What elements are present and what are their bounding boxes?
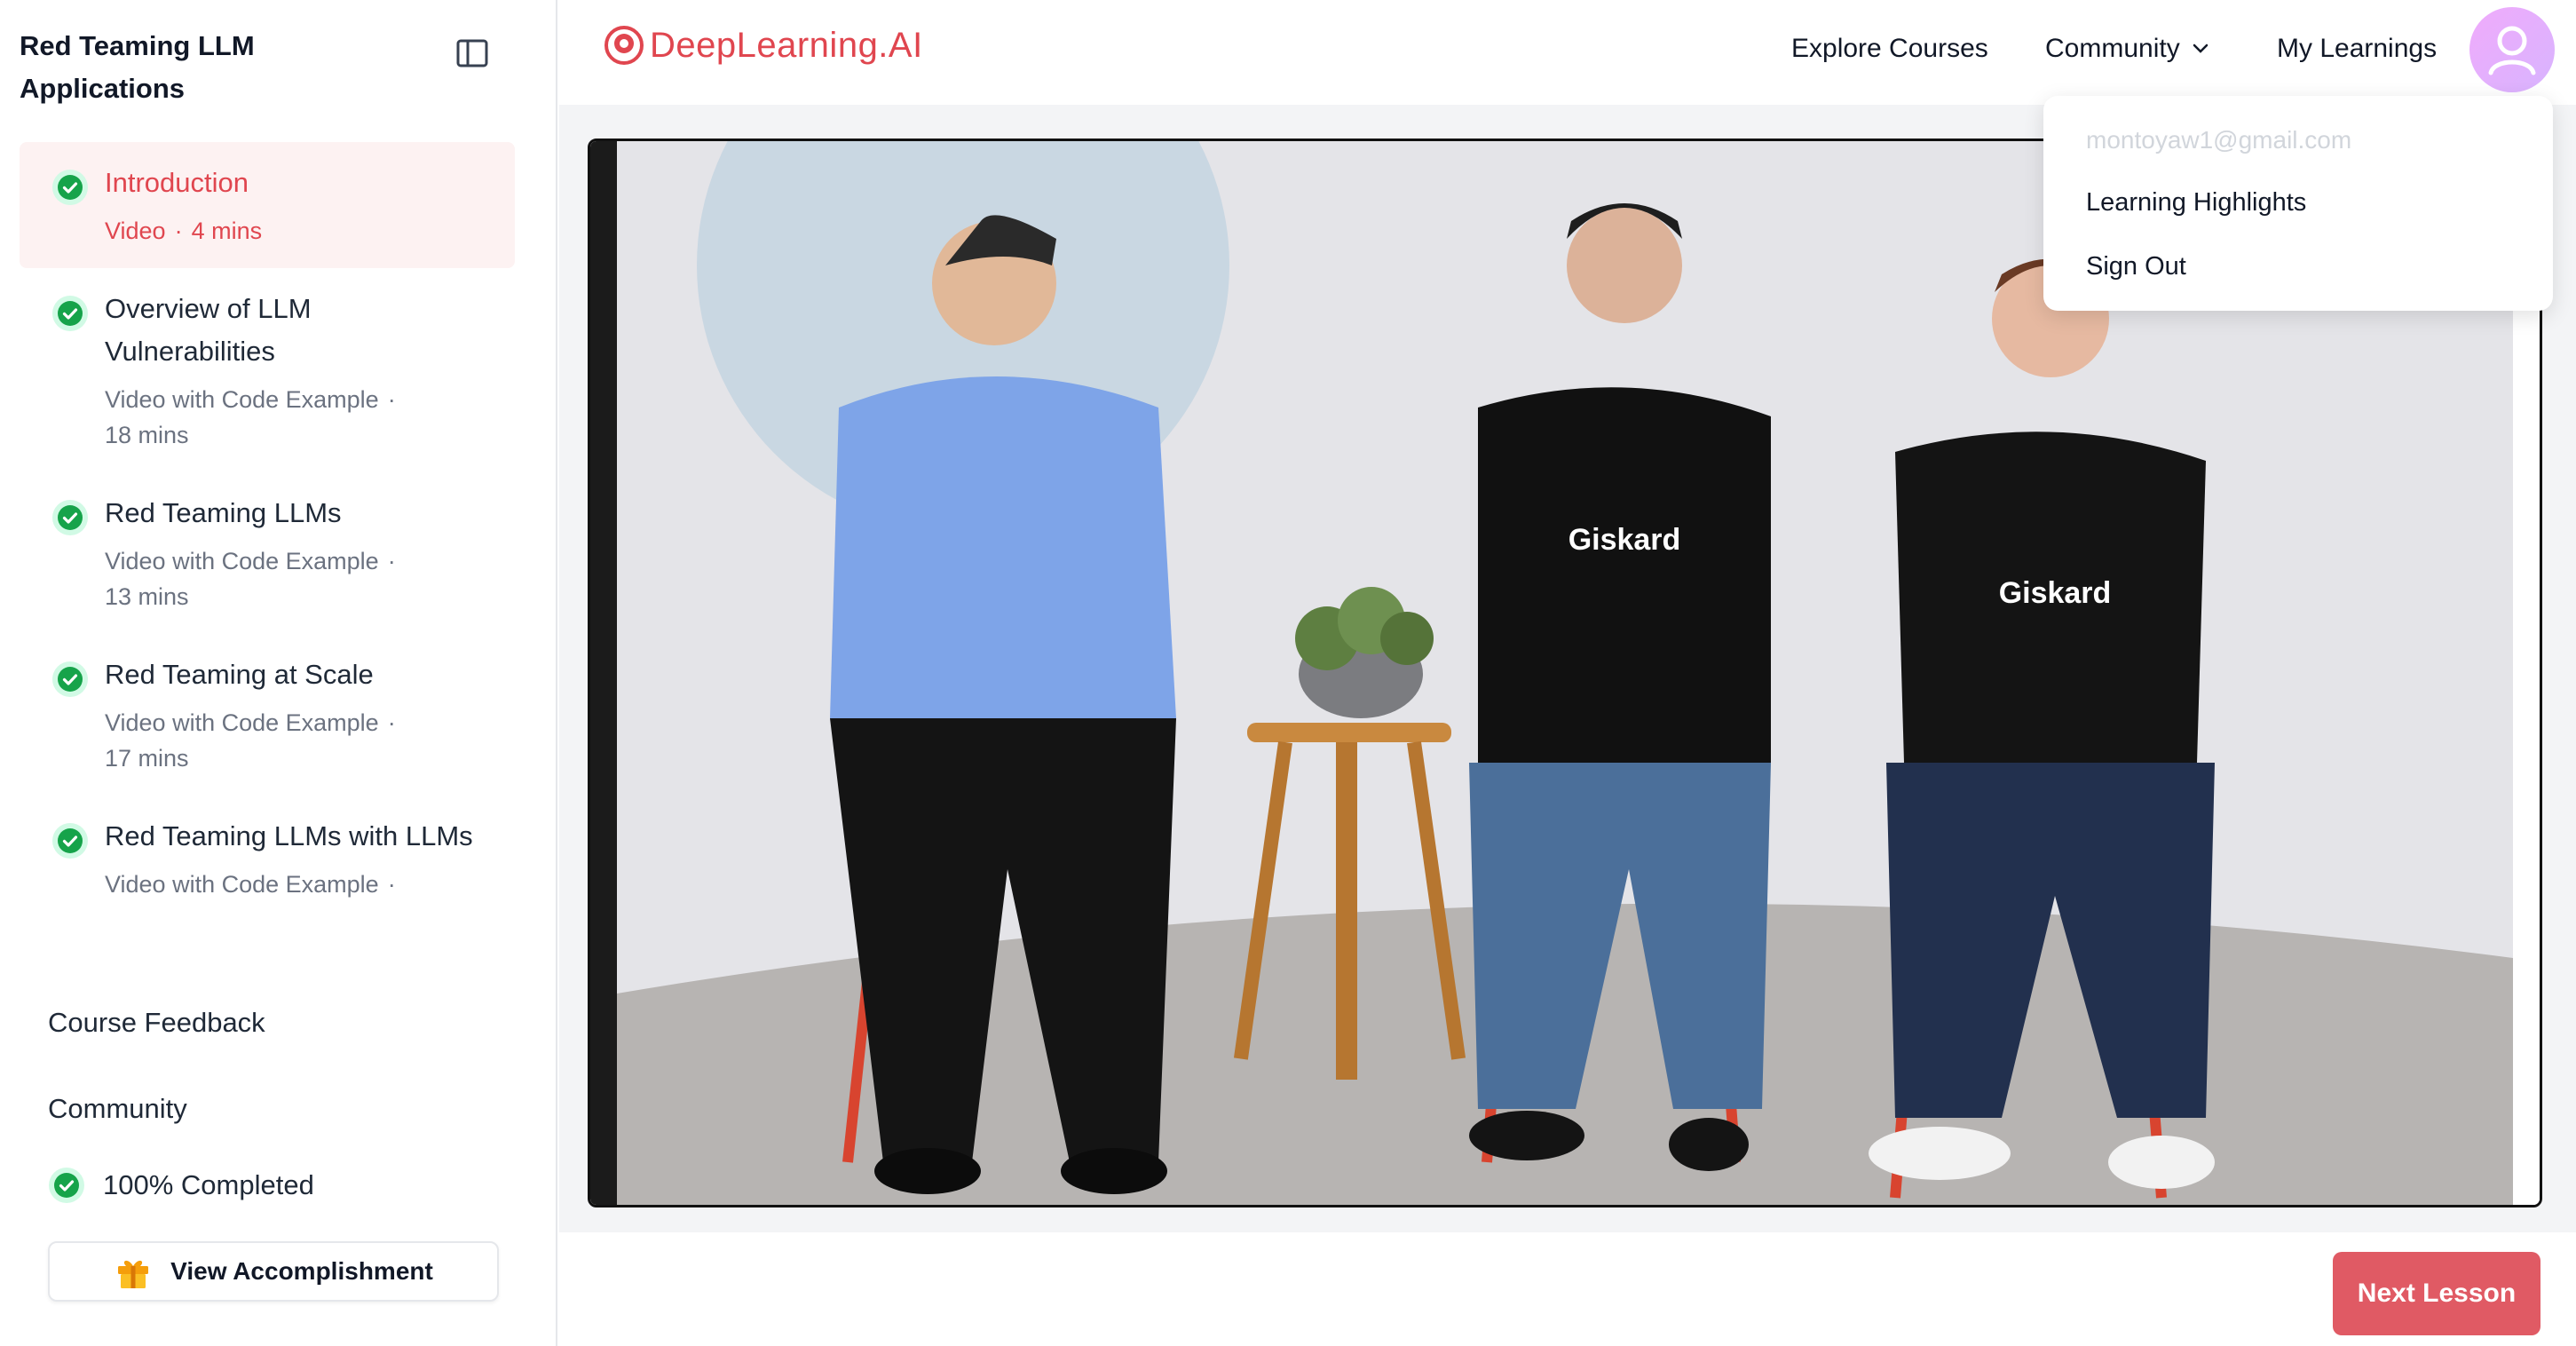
check-circle-icon — [52, 823, 88, 859]
view-accomplishment-label: View Accomplishment — [170, 1257, 433, 1285]
check-circle-icon — [52, 661, 88, 697]
lesson-item-introduction[interactable]: Introduction Video · 4 mins — [20, 142, 515, 268]
lesson-type: Video with Code Example — [105, 386, 379, 413]
check-circle-icon — [49, 1168, 84, 1203]
check-circle-icon — [52, 170, 88, 205]
course-title: Red Teaming LLM Applications — [20, 30, 255, 104]
course-feedback-link[interactable]: Course Feedback — [48, 1007, 265, 1039]
lesson-duration: 4 mins — [191, 218, 263, 244]
lesson-item-red-teaming-llms-with-llms[interactable]: Red Teaming LLMs with LLMs Video with Co… — [20, 796, 515, 922]
user-menu-dropdown: montoyaw1@gmail.com Learning Highlights … — [2043, 96, 2553, 311]
nav-community-label: Community — [2045, 34, 2180, 63]
lesson-title: Red Teaming at Scale — [105, 659, 374, 690]
lesson-title: Introduction — [105, 167, 249, 198]
logo-text: DeepLearning.AI — [650, 25, 923, 65]
lesson-meta: Video with Code Example · — [105, 871, 396, 898]
lesson-item-overview-vulnerabilities[interactable]: Overview of LLM Vulnerabilities Video wi… — [20, 268, 515, 472]
lesson-item-red-teaming-at-scale[interactable]: Red Teaming at Scale Video with Code Exa… — [20, 634, 515, 796]
menu-item-learning-highlights[interactable]: Learning Highlights — [2086, 188, 2306, 218]
nav-community-dropdown[interactable]: Community — [2045, 34, 2209, 64]
deeplearning-logo-icon — [604, 26, 644, 65]
lesson-meta: Video with Code Example · 18 mins — [105, 386, 396, 448]
lesson-type: Video with Code Example — [105, 871, 379, 898]
progress-label: 100% Completed — [103, 1169, 314, 1200]
shirt-brand-text: Giskard — [1569, 523, 1681, 557]
lesson-type: Video with Code Example — [105, 709, 379, 736]
view-accomplishment-button[interactable]: View Accomplishment — [48, 1241, 499, 1302]
community-link[interactable]: Community — [48, 1093, 187, 1125]
lesson-duration: 18 mins — [105, 422, 189, 448]
course-sidebar: Red Teaming LLM Applications Introductio… — [0, 0, 557, 1346]
nav-explore-courses[interactable]: Explore Courses — [1791, 34, 1988, 64]
lesson-type: Video — [105, 218, 166, 244]
lesson-type: Video with Code Example — [105, 548, 379, 574]
lesson-footer — [559, 1232, 2576, 1346]
check-circle-icon — [52, 296, 88, 331]
lesson-title: Overview of LLM Vulnerabilities — [105, 293, 312, 367]
user-avatar[interactable] — [2469, 7, 2555, 92]
lesson-title: Red Teaming LLMs — [105, 497, 342, 528]
shirt-brand-text: Giskard — [1999, 576, 2112, 610]
chevron-down-icon — [2193, 44, 2208, 53]
check-circle-icon — [52, 500, 88, 535]
sidebar-panel-icon — [456, 39, 488, 67]
deeplearning-logo[interactable]: DeepLearning.AI — [604, 25, 923, 66]
menu-item-sign-out[interactable]: Sign Out — [2086, 252, 2186, 281]
lesson-title: Red Teaming LLMs with LLMs — [105, 820, 473, 851]
lesson-item-red-teaming-llms[interactable]: Red Teaming LLMs Video with Code Example… — [20, 472, 515, 634]
top-header: DeepLearning.AI Explore Courses Communit… — [559, 0, 2576, 105]
lesson-duration: 17 mins — [105, 745, 189, 772]
lesson-duration: 13 mins — [105, 583, 189, 610]
lesson-meta: Video · 4 mins — [105, 218, 263, 244]
user-icon — [2488, 26, 2536, 75]
lesson-list: Introduction Video · 4 mins Overview of LL… — [20, 142, 515, 954]
next-lesson-button[interactable]: Next Lesson — [2333, 1252, 2540, 1335]
sidebar-toggle-button[interactable] — [454, 36, 490, 71]
course-progress: 100% Completed — [48, 1167, 314, 1204]
lesson-meta: Video with Code Example · 13 mins — [105, 548, 396, 610]
user-email: montoyaw1@gmail.com — [2086, 126, 2352, 154]
nav-my-learnings[interactable]: My Learnings — [2277, 34, 2437, 64]
gift-icon — [118, 1260, 149, 1288]
lesson-meta: Video with Code Example · 17 mins — [105, 709, 396, 772]
